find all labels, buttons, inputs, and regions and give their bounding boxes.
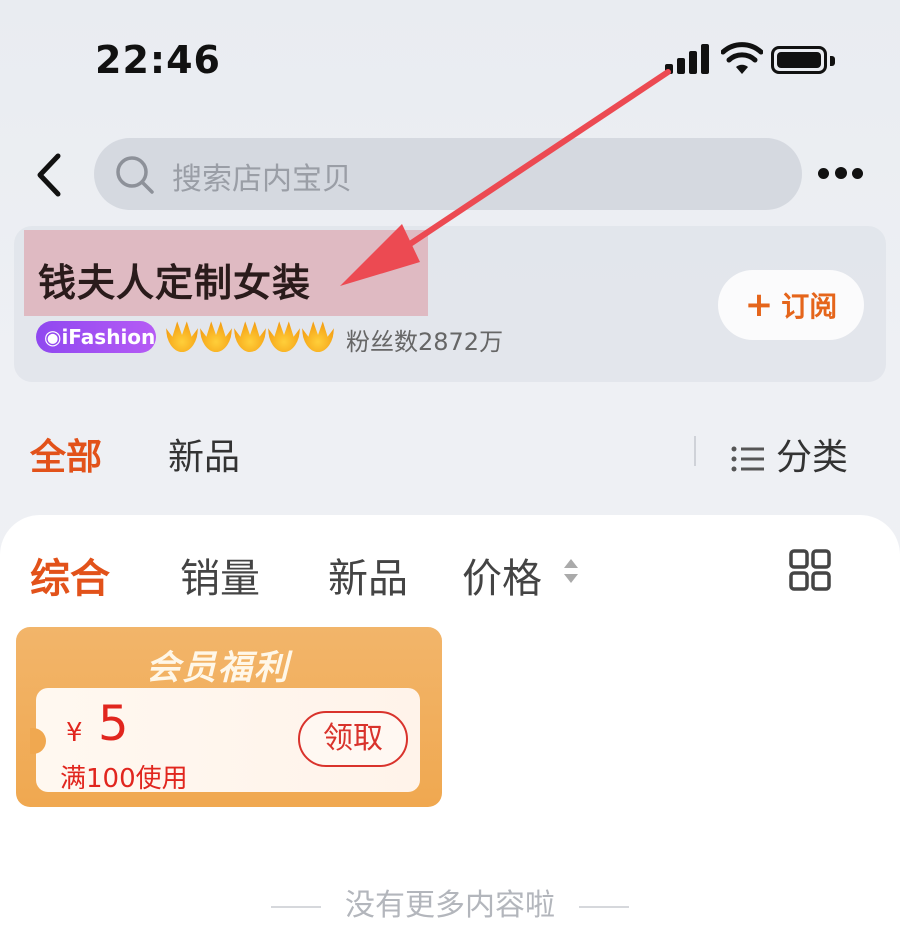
back-button[interactable] [30, 150, 70, 200]
search-icon [116, 156, 154, 194]
crown-icon [302, 321, 334, 352]
battery-icon [771, 46, 827, 74]
tab-all[interactable]: 全部 [30, 428, 102, 480]
sort-tab-sales[interactable]: 销量 [180, 546, 260, 604]
battery-cap [830, 56, 835, 66]
coupon-amount: 5 [98, 696, 129, 752]
category-button[interactable]: 分类 [730, 428, 848, 480]
status-time: 22:46 [95, 38, 221, 82]
wifi-icon [721, 42, 763, 74]
sort-tab-new[interactable]: 新品 [328, 546, 408, 604]
shop-name[interactable]: 钱夫人定制女装 [38, 252, 311, 307]
status-icons [665, 42, 835, 78]
more-dots-icon [818, 168, 829, 179]
more-button[interactable] [816, 164, 864, 184]
coupon-currency: ¥ [66, 718, 83, 748]
fans-count: 粉丝数2872万 [346, 328, 504, 356]
coupon-condition: 满100使用 [60, 764, 188, 794]
category-label: 分类 [776, 437, 849, 478]
crown-icon [166, 321, 198, 352]
subscribe-button[interactable]: + 订阅 [718, 270, 864, 340]
grid-view-icon[interactable] [788, 548, 832, 592]
search-input[interactable]: 搜索店内宝贝 [94, 138, 802, 210]
search-placeholder: 搜索店内宝贝 [172, 162, 352, 197]
subscribe-label: 订阅 [781, 290, 838, 323]
no-more-content: 没有更多内容啦 [0, 880, 900, 924]
divider-line [271, 905, 321, 908]
crown-icon [234, 321, 266, 352]
plus-icon: + [744, 285, 774, 325]
crown-icon [200, 321, 232, 352]
divider-line [579, 905, 629, 908]
signal-icon [665, 42, 713, 74]
sort-arrows-icon [564, 559, 578, 583]
coupon-title: 会员福利 [146, 648, 290, 688]
sort-tab-comprehensive[interactable]: 综合 [30, 546, 110, 604]
crown-rating [166, 318, 336, 354]
tab-new[interactable]: 新品 [168, 428, 240, 480]
chevron-left-icon [37, 153, 61, 197]
claim-coupon-button[interactable]: 领取 [298, 711, 408, 767]
crown-icon [268, 321, 300, 352]
badge-logo-icon: ◉ [44, 325, 62, 349]
list-icon [731, 446, 764, 472]
sort-tab-price[interactable]: 价格 [462, 546, 542, 604]
divider [694, 436, 696, 466]
ifashion-badge: ◉iFashion [36, 321, 156, 353]
